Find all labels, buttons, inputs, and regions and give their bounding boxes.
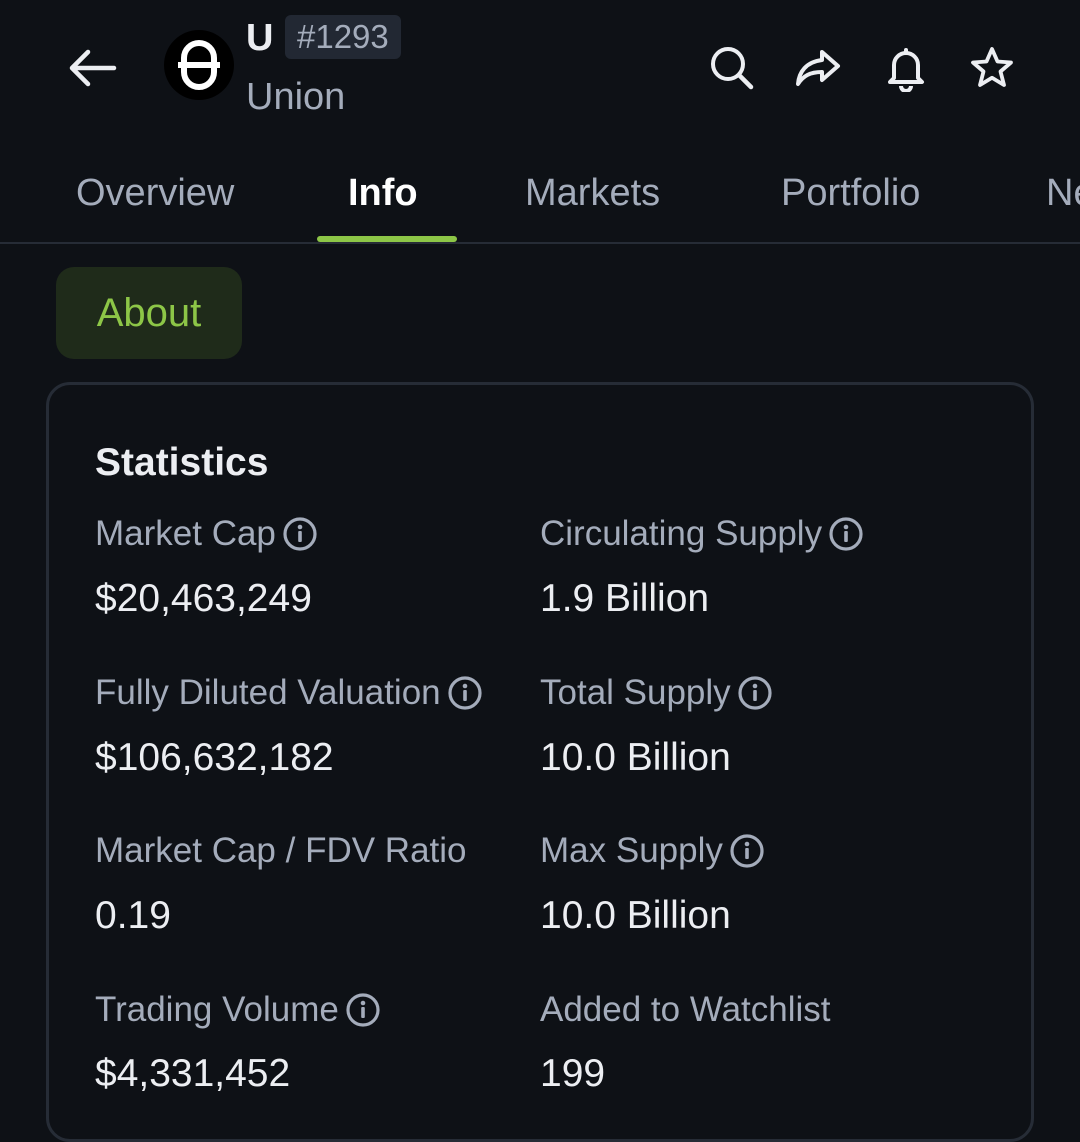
max-supply-label: Max Supply	[540, 829, 765, 873]
mcap-fdv-ratio-label: Market Cap / FDV Ratio	[95, 831, 467, 870]
tab-markets[interactable]: Markets	[525, 170, 660, 216]
search-icon	[711, 47, 754, 90]
market-cap-value: $20,463,249	[95, 577, 312, 620]
circulating-supply-value: 1.9 Billion	[540, 577, 710, 620]
tab-portfolio[interactable]: Portfolio	[781, 170, 920, 216]
info-icon[interactable]	[828, 516, 864, 552]
info-icon[interactable]	[737, 675, 773, 711]
circulating-supply-label: Circulating Supply	[540, 512, 864, 556]
tab-info[interactable]: Info	[348, 170, 418, 216]
bell-icon	[888, 48, 924, 92]
share-icon	[796, 50, 840, 86]
trading-volume-value: $4,331,452	[95, 1052, 291, 1095]
watchlist-button[interactable]	[964, 40, 1020, 96]
info-icon[interactable]	[345, 992, 381, 1028]
fdv-value: $106,632,182	[95, 736, 334, 779]
watchlist-count-value: 199	[540, 1052, 606, 1095]
max-supply-value: 10.0 Billion	[540, 894, 731, 937]
tab-news[interactable]: News	[1046, 170, 1080, 216]
tab-bar: Overview Info Markets Portfolio News	[0, 150, 1080, 244]
rank-badge: #1293	[285, 15, 401, 59]
info-icon[interactable]	[282, 516, 318, 552]
active-tab-indicator	[317, 236, 457, 242]
coin-logo	[164, 30, 234, 100]
app-header: U #1293 Union	[0, 0, 1080, 140]
tab-overview[interactable]: Overview	[76, 170, 234, 216]
info-icon[interactable]	[447, 675, 483, 711]
alert-button[interactable]	[878, 40, 934, 96]
info-icon[interactable]	[729, 833, 765, 869]
market-cap-label: Market Cap	[95, 512, 318, 556]
mcap-fdv-ratio-value: 0.19	[95, 894, 171, 937]
back-button[interactable]	[62, 38, 122, 98]
total-supply-label: Total Supply	[540, 671, 773, 715]
trading-volume-label: Trading Volume	[95, 988, 381, 1032]
total-supply-value: 10.0 Billion	[540, 736, 731, 779]
coin-name: Union	[246, 76, 346, 118]
star-icon	[971, 47, 1013, 87]
about-chip[interactable]: About	[56, 267, 242, 359]
fdv-label: Fully Diluted Valuation	[95, 671, 483, 715]
share-button[interactable]	[790, 40, 846, 96]
coin-symbol: U	[246, 17, 274, 59]
watchlist-count-label: Added to Watchlist	[540, 990, 831, 1029]
search-button[interactable]	[704, 40, 760, 96]
statistics-title: Statistics	[95, 441, 269, 484]
back-arrow-icon	[69, 49, 117, 87]
